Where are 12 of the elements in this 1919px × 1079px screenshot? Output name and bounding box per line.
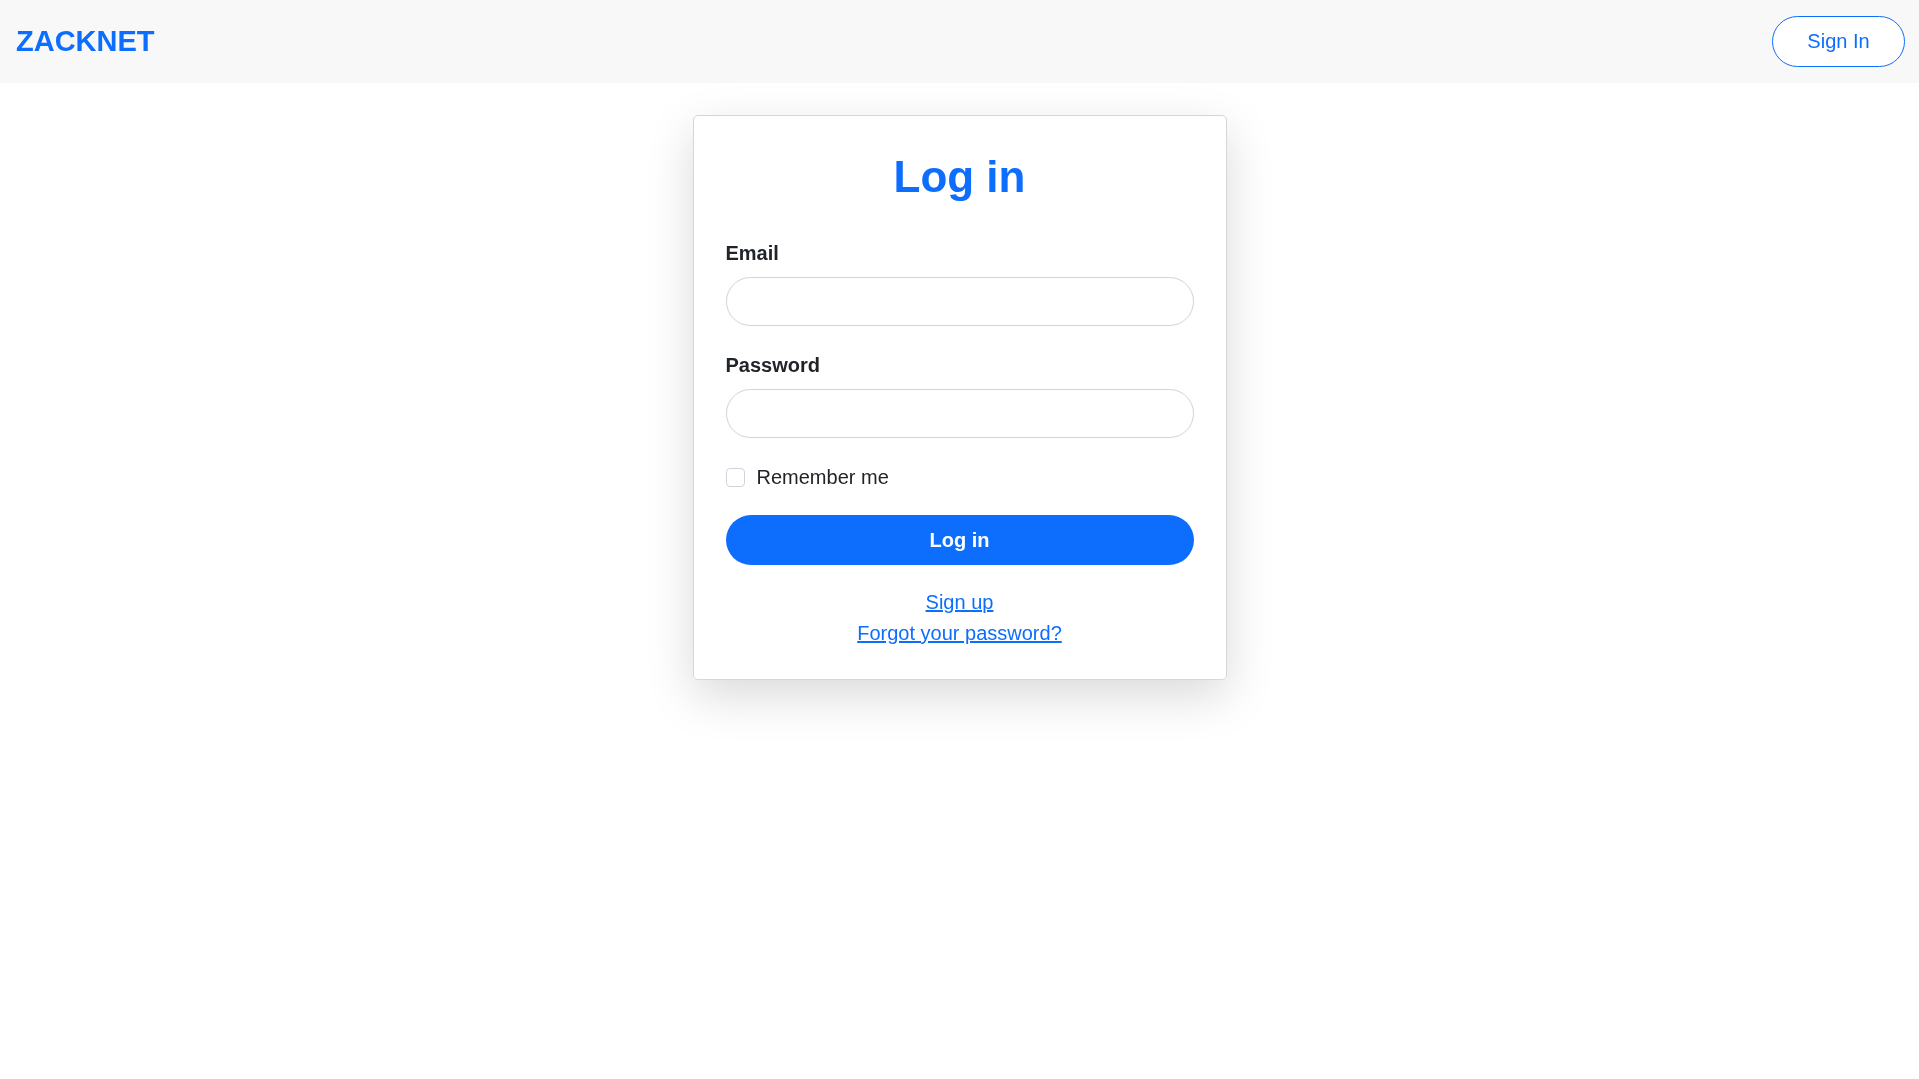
- login-button[interactable]: Log in: [725, 515, 1194, 565]
- field-label: Password: [725, 354, 820, 377]
- field-label: Email: [725, 242, 779, 265]
- text-link[interactable]: Forgot your password?: [857, 622, 1062, 645]
- brand-logo[interactable]: ZACKNET: [16, 25, 155, 58]
- sign-in-button[interactable]: Sign In: [1772, 16, 1905, 67]
- login-title: Log in: [893, 152, 1026, 202]
- password-field[interactable]: [725, 389, 1194, 438]
- remember-checkbox[interactable]: [725, 468, 745, 487]
- text-link[interactable]: Sign up: [925, 591, 994, 614]
- email-field[interactable]: [725, 277, 1194, 326]
- remember-label: Remember me: [756, 466, 889, 489]
